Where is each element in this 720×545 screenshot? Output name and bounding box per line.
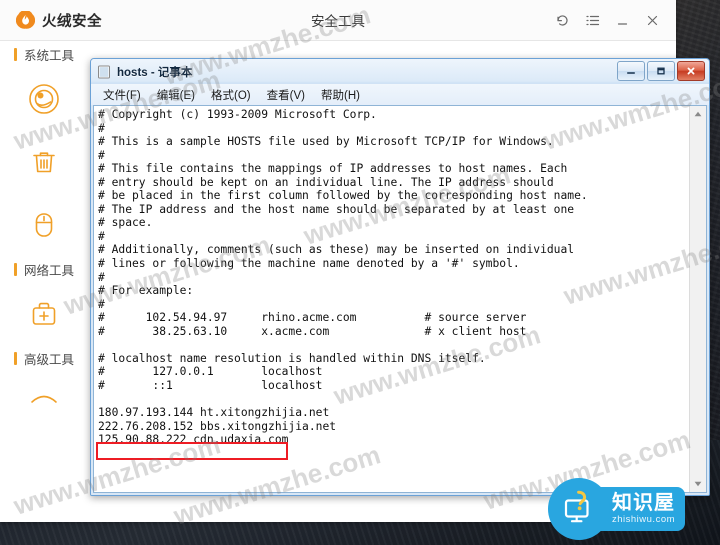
notepad-close-button[interactable] [677, 61, 705, 81]
first-aid-kit-icon [27, 297, 61, 331]
notepad-chrome: hosts - 记事本 文件(F) 编辑(E) 格式(O) 查看(V) 帮助(H… [91, 59, 709, 105]
orbit-scan-icon [27, 82, 61, 116]
menu-list-button[interactable] [578, 6, 606, 34]
flame-shield-icon [16, 10, 35, 30]
app-brand: 火绒安全 [16, 10, 102, 31]
notepad-client-area: # Copyright (c) 1993-2009 Microsoft Corp… [91, 105, 709, 495]
scroll-down-arrow-icon[interactable] [690, 476, 706, 492]
notepad-minimize-button[interactable] [617, 61, 645, 81]
notepad-scrollbar[interactable] [689, 106, 706, 492]
section-accent-bar [14, 262, 17, 276]
menu-file[interactable]: 文件(F) [95, 86, 149, 104]
close-icon[interactable] [638, 6, 666, 34]
sidebar-section-network-tools: 网络工具 [0, 256, 88, 282]
minimize-button[interactable] [608, 6, 636, 34]
app-window-controls [548, 0, 666, 40]
app-brand-name: 火绒安全 [42, 13, 102, 30]
notepad-title-bar[interactable]: hosts - 记事本 [91, 59, 709, 84]
sidebar-section-label: 系统工具 [24, 48, 75, 63]
arc-icon [27, 386, 61, 420]
app-title-bar: 火绒安全 安全工具 [0, 0, 676, 41]
sidebar-icon-repair-kit[interactable] [0, 282, 88, 345]
sidebar-section-label: 高级工具 [24, 352, 75, 367]
section-accent-bar [14, 351, 17, 365]
sidebar-section-label: 网络工具 [24, 263, 75, 278]
menu-help[interactable]: 帮助(H) [313, 86, 368, 104]
sidebar-icon-scan[interactable] [0, 67, 88, 130]
menu-format[interactable]: 格式(O) [203, 86, 259, 104]
hosts-file-text[interactable]: # Copyright (c) 1993-2009 Microsoft Corp… [94, 106, 689, 492]
notepad-window: hosts - 记事本 文件(F) 编辑(E) 格式(O) 查看(V) 帮助(H… [90, 58, 710, 496]
notepad-menu-bar: 文件(F) 编辑(E) 格式(O) 查看(V) 帮助(H) [91, 84, 709, 105]
section-accent-bar [14, 47, 17, 61]
mouse-icon [27, 208, 61, 242]
notepad-title: hosts - 记事本 [117, 66, 193, 79]
menu-edit[interactable]: 编辑(E) [149, 86, 203, 104]
sidebar: 系统工具 网络工具 高级工具 [0, 41, 88, 522]
menu-view[interactable]: 查看(V) [259, 86, 313, 104]
notepad-client: # Copyright (c) 1993-2009 Microsoft Corp… [93, 105, 707, 493]
sidebar-icon-arc[interactable] [0, 371, 88, 434]
scroll-up-arrow-icon[interactable] [690, 106, 706, 122]
sidebar-section-system-tools: 系统工具 [0, 41, 88, 67]
notepad-window-buttons [617, 61, 705, 81]
sidebar-section-advanced-tools: 高级工具 [0, 345, 88, 371]
notepad-maximize-button[interactable] [647, 61, 675, 81]
notepad-document-icon [97, 65, 111, 79]
trash-can-icon [27, 145, 61, 179]
refresh-button[interactable] [548, 6, 576, 34]
sidebar-icon-mouse[interactable] [0, 193, 88, 256]
sidebar-icon-trash[interactable] [0, 130, 88, 193]
